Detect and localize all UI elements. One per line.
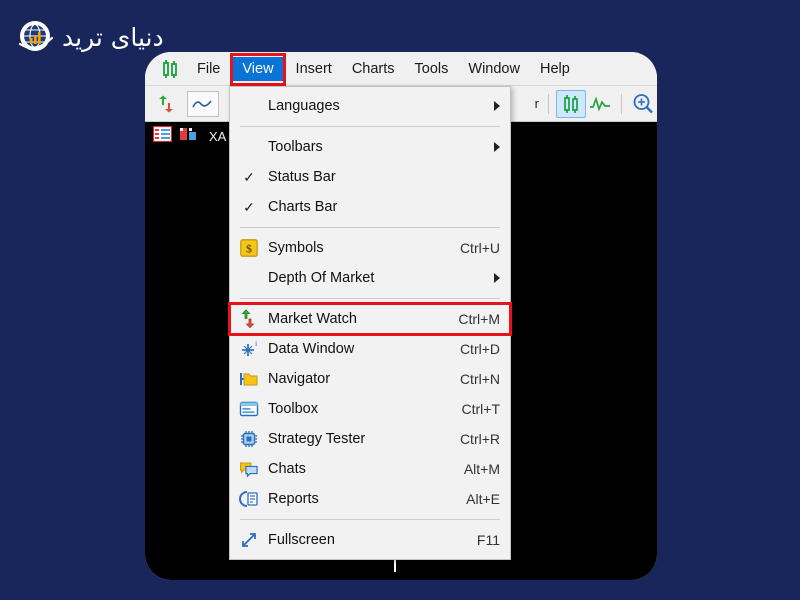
- chart-type-box[interactable]: [187, 90, 219, 117]
- menu-option-charts-bar[interactable]: ✓ Charts Bar: [230, 192, 510, 222]
- checkmark-icon: ✓: [243, 199, 255, 215]
- svg-text:$: $: [246, 242, 252, 256]
- toolbox-panel-icon: [238, 398, 260, 420]
- metatrader-candles-icon: [159, 58, 181, 80]
- period-label: r: [534, 96, 539, 111]
- menu-option-symbols-label: Symbols: [268, 240, 324, 256]
- view-dropdown-menu: Languages Toolbars ✓ Status Bar ✓ Charts…: [228, 86, 512, 560]
- menu-option-fullscreen-label: Fullscreen: [268, 532, 335, 548]
- menu-item-view-wrapper: View: [230, 52, 286, 86]
- menu-separator-4: [240, 519, 500, 520]
- menu-option-fullscreen[interactable]: Fullscreen F11: [230, 525, 510, 555]
- menu-option-languages[interactable]: Languages: [230, 91, 510, 121]
- menu-option-reports-accel: Alt+E: [466, 491, 500, 507]
- svg-text:i: i: [255, 339, 258, 348]
- navigator-folder-icon: [238, 368, 260, 390]
- menu-separator-3: [240, 298, 500, 299]
- menu-option-status-bar-label: Status Bar: [268, 169, 336, 185]
- metatrader-window: File View Insert Charts Tools Window Hel…: [145, 52, 657, 580]
- menu-option-navigator-label: Navigator: [268, 371, 331, 387]
- menu-option-fullscreen-accel: F11: [476, 532, 500, 548]
- menu-option-navigator[interactable]: Navigator Ctrl+N: [230, 364, 510, 394]
- menu-separator-2: [240, 227, 500, 228]
- menu-option-strategy-tester-accel: Ctrl+R: [459, 431, 500, 447]
- menu-option-market-watch[interactable]: Market Watch Ctrl+M: [228, 302, 512, 336]
- menu-option-data-window-label: Data Window: [268, 341, 355, 357]
- menu-option-chats-label: Chats: [268, 461, 306, 477]
- menu-option-charts-bar-label: Charts Bar: [268, 199, 338, 215]
- menu-option-chats-accel: Alt+M: [463, 461, 500, 477]
- menu-item-tools[interactable]: Tools: [405, 56, 459, 82]
- zoom-in-icon[interactable]: [629, 91, 657, 117]
- data-window-crosshair-icon: i: [238, 338, 260, 360]
- menu-option-strategy-tester-label: Strategy Tester: [268, 431, 366, 447]
- menu-option-market-watch-label: Market Watch: [268, 311, 357, 327]
- menu-option-data-window[interactable]: i Data Window Ctrl+D: [230, 334, 510, 364]
- globe-icon: [16, 17, 56, 57]
- menu-item-window[interactable]: Window: [458, 56, 530, 82]
- tick-chart-icon[interactable]: [586, 91, 614, 117]
- menu-option-market-watch-accel: Ctrl+M: [458, 311, 500, 327]
- menu-item-charts[interactable]: Charts: [342, 56, 405, 82]
- toolbar-separator-1: [548, 93, 549, 114]
- chevron-right-icon: [488, 273, 500, 283]
- menu-option-toolbox-accel: Ctrl+T: [461, 401, 501, 417]
- menu-item-help[interactable]: Help: [530, 56, 580, 82]
- menu-option-chats[interactable]: Chats Alt+M: [230, 454, 510, 484]
- menu-item-file[interactable]: File: [187, 56, 230, 82]
- menu-item-insert[interactable]: Insert: [286, 56, 342, 82]
- menu-option-symbols-accel: Ctrl+U: [459, 240, 500, 256]
- menu-option-toolbars[interactable]: Toolbars: [230, 132, 510, 162]
- menu-option-reports[interactable]: Reports Alt+E: [230, 484, 510, 514]
- fullscreen-arrows-icon: [238, 529, 260, 551]
- symbols-dollar-icon: $: [238, 237, 260, 259]
- menu-item-view[interactable]: View: [232, 56, 284, 81]
- toolbar-separator-2: [621, 93, 622, 114]
- menu-bar: File View Insert Charts Tools Window Hel…: [145, 52, 657, 86]
- menu-option-reports-label: Reports: [268, 491, 319, 507]
- candlestick-chart-icon[interactable]: [556, 89, 586, 118]
- chart-tab-indicator: [394, 558, 396, 572]
- menu-option-navigator-accel: Ctrl+N: [459, 371, 500, 387]
- menu-option-status-bar[interactable]: ✓ Status Bar: [230, 162, 510, 192]
- new-order-arrows-icon[interactable]: [153, 91, 181, 117]
- market-watch-arrows-icon: [238, 308, 260, 330]
- menu-option-languages-label: Languages: [268, 98, 340, 114]
- menu-separator-1: [240, 126, 500, 127]
- symbol-bars-icon[interactable]: [179, 126, 198, 147]
- menu-option-strategy-tester[interactable]: Strategy Tester Ctrl+R: [230, 424, 510, 454]
- menu-option-symbols[interactable]: $ Symbols Ctrl+U: [230, 233, 510, 263]
- chevron-right-icon: [488, 142, 500, 152]
- menu-option-depth-of-market[interactable]: Depth Of Market: [230, 263, 510, 293]
- brand-logo: دنیای ترید: [16, 14, 164, 60]
- strategy-tester-chip-icon: [238, 428, 260, 450]
- brand-name: دنیای ترید: [62, 22, 164, 52]
- chevron-right-icon: [488, 101, 500, 111]
- reports-icon: [238, 488, 260, 510]
- menu-option-toolbars-label: Toolbars: [268, 139, 323, 155]
- menu-option-toolbox[interactable]: Toolbox Ctrl+T: [230, 394, 510, 424]
- menu-option-depth-of-market-label: Depth Of Market: [268, 270, 375, 286]
- chats-bubbles-icon: [238, 458, 260, 480]
- charts-bar-symbol-label[interactable]: XA: [209, 129, 226, 144]
- chart-list-icon[interactable]: [152, 125, 173, 147]
- menu-option-data-window-accel: Ctrl+D: [459, 341, 500, 357]
- menu-option-toolbox-label: Toolbox: [268, 401, 318, 417]
- checkmark-icon: ✓: [243, 169, 255, 185]
